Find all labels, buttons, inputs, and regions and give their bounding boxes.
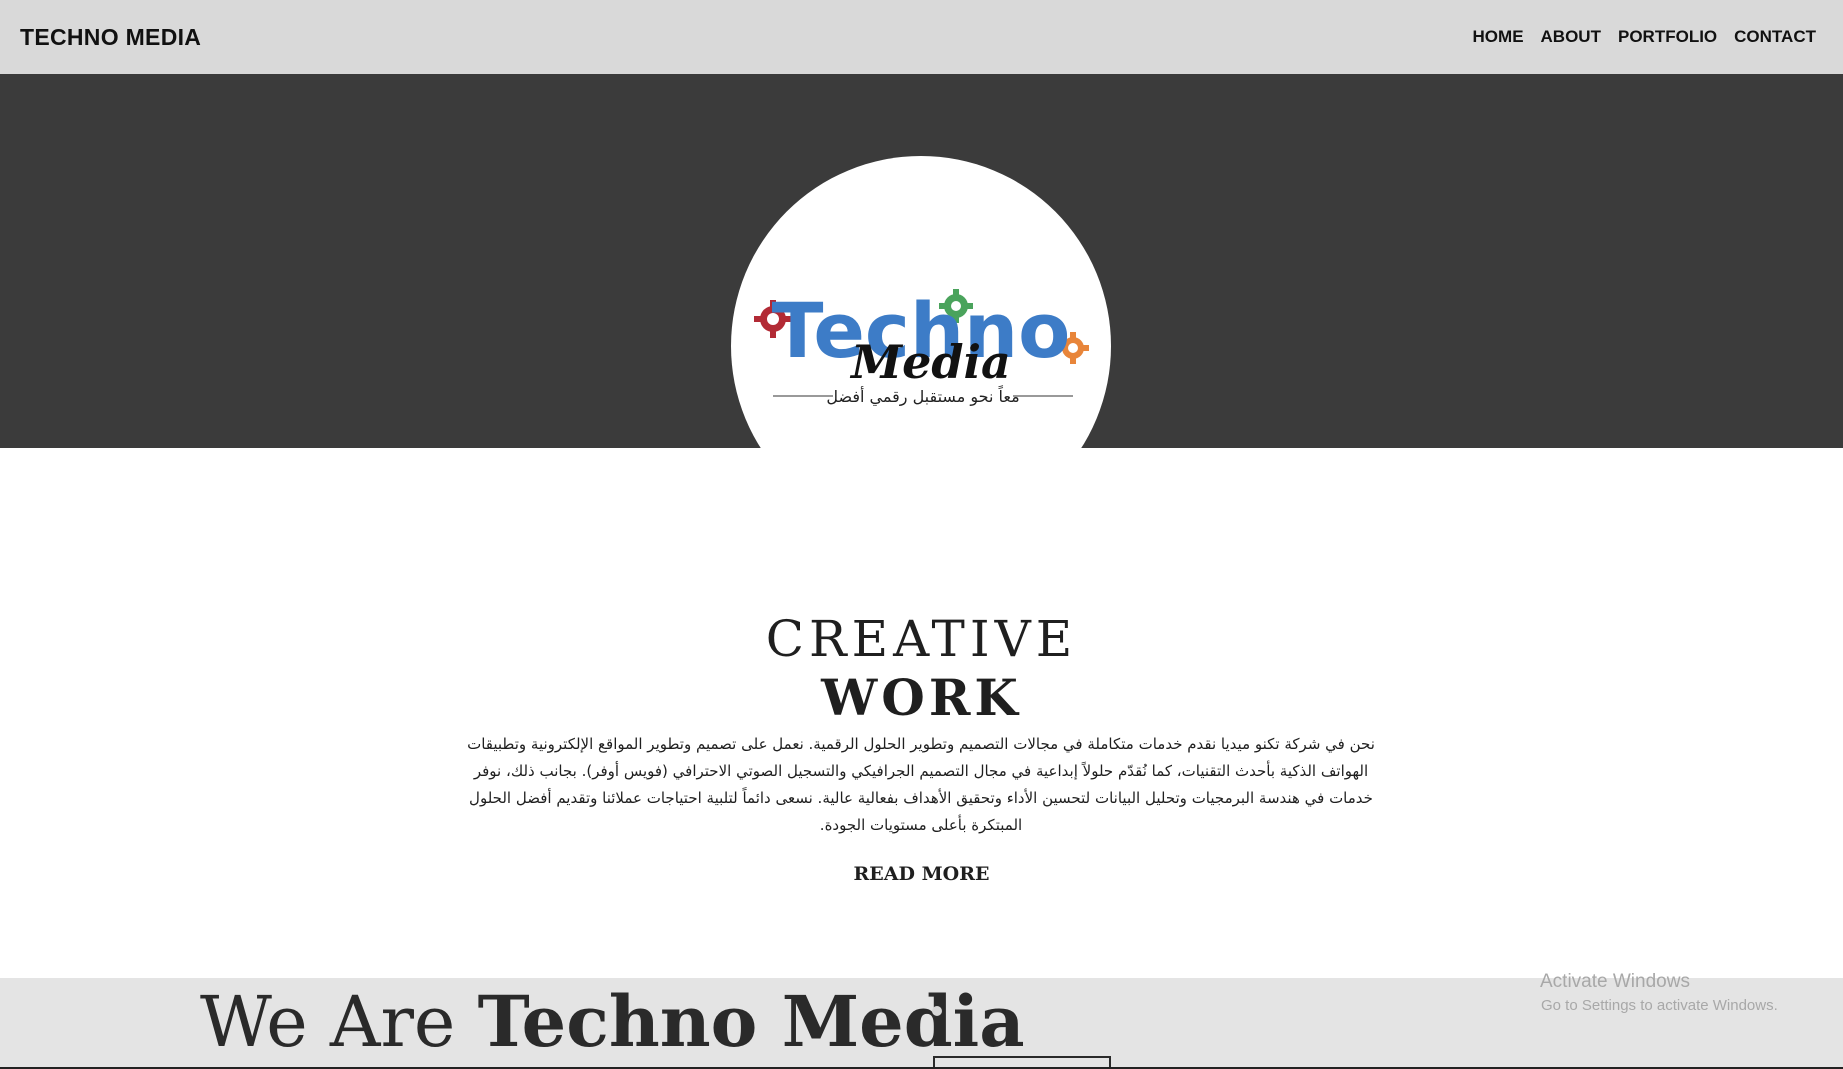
logo-circle: Techno Media معاً نحو مستقبل رقمي أفضل	[731, 156, 1111, 536]
read-more-container: READ MORE	[0, 863, 1843, 885]
nav-contact-link[interactable]: CONTACT	[1734, 27, 1816, 47]
we-are-heading: We Are Techno Media	[200, 980, 1025, 1063]
logo-tagline: معاً نحو مستقبل رقمي أفضل	[826, 384, 1019, 407]
top-navbar: TECHNO MEDIA HOME ABOUT PORTFOLIO CONTAC…	[0, 0, 1843, 74]
activate-windows-title: Activate Windows	[1540, 971, 1690, 992]
about-paragraph: نحن في شركة تكنو ميديا نقدم خدمات متكامل…	[467, 735, 1375, 834]
logo-word-media: Media	[849, 335, 1011, 389]
read-more-link[interactable]: READ MORE	[854, 863, 990, 885]
nav-home-link[interactable]: HOME	[1473, 27, 1524, 47]
nav-links: HOME ABOUT PORTFOLIO CONTACT	[1473, 27, 1816, 47]
nav-about-link[interactable]: ABOUT	[1541, 27, 1601, 47]
we-are-text: We Are	[200, 981, 456, 1063]
decorative-dot	[932, 1006, 942, 1016]
nav-portfolio-link[interactable]: PORTFOLIO	[1618, 27, 1717, 47]
we-are-brand: Techno Media	[477, 980, 1025, 1063]
activate-windows-subtitle: Go to Settings to activate Windows.	[1541, 997, 1778, 1014]
brand-name[interactable]: TECHNO MEDIA	[20, 24, 201, 51]
section-title-bold: WORK	[821, 668, 1022, 727]
techno-media-logo: Techno Media معاً نحو مستقبل رقمي أفضل	[754, 286, 1089, 407]
section-title-light: CREATIVE	[765, 610, 1078, 668]
